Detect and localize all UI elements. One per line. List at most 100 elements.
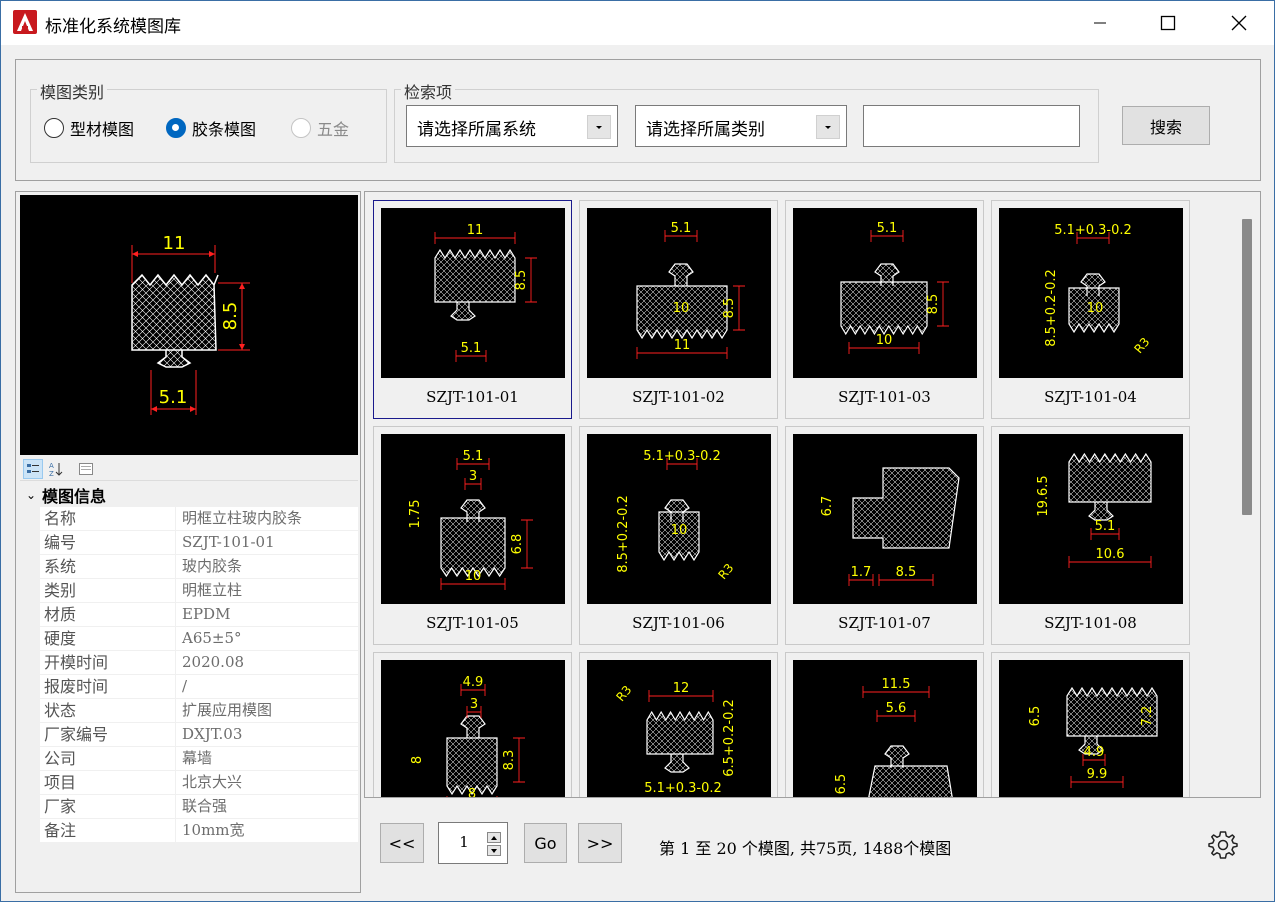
profile-thumbnail[interactable]: 5.1 10 8.5 11	[587, 208, 771, 378]
maximize-button[interactable]	[1137, 1, 1199, 45]
property-value[interactable]: 10mm宽	[176, 819, 358, 842]
dropdown-arrow-icon[interactable]	[816, 115, 840, 139]
property-value[interactable]: 明框立柱玻内胶条	[176, 507, 358, 530]
radio-label: 型材模图	[70, 120, 135, 139]
property-row[interactable]: 项目 北京大兴	[20, 771, 358, 795]
radio-circle-disabled[interactable]	[291, 118, 311, 138]
profile-thumbnail[interactable]: 5.1 3 1.75 6.8 10	[381, 434, 565, 604]
category-select[interactable]: 请选择所属类别	[635, 105, 847, 147]
row-gutter	[20, 699, 40, 722]
property-row[interactable]: 材质 EPDM	[20, 603, 358, 627]
go-button[interactable]: Go	[524, 823, 567, 863]
vertical-scrollbar[interactable]	[1233, 192, 1259, 797]
spin-up-icon[interactable]	[487, 832, 501, 843]
scrollbar-thumb[interactable]	[1242, 219, 1252, 515]
profile-thumbnail[interactable]: 5.1+0.3-0.2 8.5+0.2-0.2 10 R3	[587, 434, 771, 604]
svg-text:6.8: 6.8	[510, 534, 525, 555]
svg-text:5.1: 5.1	[1095, 519, 1116, 534]
profile-thumbnail[interactable]: 6.5 7.2 4.9 9.9	[999, 660, 1183, 797]
profile-thumbnail[interactable]: R3 12 6.5+0.2-0.2 5.1+0.3-0.2	[587, 660, 771, 797]
radio-profile[interactable]: 型材模图	[44, 116, 134, 140]
property-name: 项目	[40, 771, 176, 794]
property-value[interactable]: /	[176, 675, 358, 698]
profile-tile[interactable]: 11 8.5 5.1 SZJT-101-01	[373, 200, 572, 419]
radio-circle[interactable]	[44, 118, 64, 138]
profile-tile[interactable]: 5.1+0.3-0.2 8.5+0.2-0.2 10 R3 SZJT-101-06	[579, 426, 778, 645]
property-name: 厂家	[40, 795, 176, 818]
prev-page-button[interactable]: <<	[380, 823, 424, 863]
profile-tile[interactable]: 4.9 3 8 8.3 8	[373, 652, 572, 797]
radio-label: 五金	[317, 120, 350, 139]
row-gutter	[20, 747, 40, 770]
radio-circle-checked[interactable]	[166, 118, 186, 138]
preview-dim-top: 11	[163, 233, 186, 254]
radio-gasket[interactable]: 胶条模图	[166, 116, 256, 140]
search-button[interactable]: 搜索	[1122, 106, 1210, 145]
profile-code: SZJT-101-01	[426, 388, 519, 406]
property-row[interactable]: 编号 SZJT-101-01	[20, 531, 358, 555]
profile-thumbnail[interactable]: 4.9 3 8 8.3 8	[381, 660, 565, 797]
profile-thumbnail[interactable]: 11 8.5 5.1	[381, 208, 565, 378]
property-value[interactable]: 明框立柱	[176, 579, 358, 602]
property-row[interactable]: 厂家编号 DXJT.03	[20, 723, 358, 747]
property-row[interactable]: 厂家 联合强	[20, 795, 358, 819]
property-value[interactable]: 北京大兴	[176, 771, 358, 794]
thumbnail-gallery: 11 8.5 5.1 SZJT-101-01 5.1 10 8.5 11 SZJT-101-02…	[364, 191, 1261, 798]
property-value[interactable]: 2020.08	[176, 651, 358, 674]
profile-thumbnail[interactable]: 6.7 1.7 8.5	[793, 434, 977, 604]
property-row[interactable]: 开模时间 2020.08	[20, 651, 358, 675]
svg-text:10.6: 10.6	[1096, 547, 1125, 562]
profile-tile[interactable]: 6.7 1.7 8.5 SZJT-101-07	[785, 426, 984, 645]
property-value[interactable]: 玻内胶条	[176, 555, 358, 578]
property-row[interactable]: 备注 10mm宽	[20, 819, 358, 843]
alphabetical-sort-icon[interactable]: AZ	[46, 459, 66, 479]
next-page-button[interactable]: >>	[578, 823, 622, 863]
property-name: 材质	[40, 603, 176, 626]
profile-tile[interactable]: 6.5 7.2 4.9 9.9	[991, 652, 1190, 797]
profile-tile[interactable]: 5.1 8.5 10 SZJT-101-03	[785, 200, 984, 419]
property-row[interactable]: 状态 扩展应用模图	[20, 699, 358, 723]
property-row[interactable]: 类别 明框立柱	[20, 579, 358, 603]
property-value[interactable]: 联合强	[176, 795, 358, 818]
property-row[interactable]: 报废时间 /	[20, 675, 358, 699]
property-row[interactable]: 硬度 A65±5°	[20, 627, 358, 651]
system-select[interactable]: 请选择所属系统	[406, 105, 618, 147]
property-value[interactable]: 幕墙	[176, 747, 358, 770]
property-row[interactable]: 系统 玻内胶条	[20, 555, 358, 579]
profile-tile[interactable]: 5.1 10 8.5 11 SZJT-101-02	[579, 200, 778, 419]
profile-tile[interactable]: R3 12 6.5+0.2-0.2 5.1+0.3-0.2	[579, 652, 778, 797]
property-value[interactable]: A65±5°	[176, 627, 358, 650]
property-value[interactable]: 扩展应用模图	[176, 699, 358, 722]
profile-tile[interactable]: 11.5 5.6 6.5	[785, 652, 984, 797]
profile-tile[interactable]: 5.1 3 1.75 6.8 10 SZJT-101-05	[373, 426, 572, 645]
property-value[interactable]: SZJT-101-01	[176, 531, 358, 554]
close-button[interactable]	[1208, 1, 1270, 45]
categorized-view-icon[interactable]	[23, 459, 43, 479]
profile-thumbnail[interactable]: 19.6.5 5.1 10.6	[999, 434, 1183, 604]
property-grid: ⌄ 模图信息 名称 明框立柱玻内胶条 编号 SZJT-101-01 系统 玻内胶条 类别 明框…	[20, 483, 358, 843]
svg-text:5.1: 5.1	[461, 341, 482, 356]
keyword-input[interactable]	[863, 105, 1080, 147]
profile-code: SZJT-101-05	[426, 614, 519, 632]
gear-icon[interactable]	[1207, 829, 1239, 861]
spin-down-icon[interactable]	[487, 845, 501, 856]
window-title: 标准化系统模图库	[45, 17, 181, 37]
profile-tile[interactable]: 19.6.5 5.1 10.6 SZJT-101-08	[991, 426, 1190, 645]
chevron-down-icon[interactable]: ⌄	[20, 488, 42, 502]
profile-thumbnail[interactable]: 5.1+0.3-0.2 8.5+0.2-0.2 10 R3	[999, 208, 1183, 378]
profile-code: SZJT-101-03	[838, 388, 931, 406]
profile-thumbnail[interactable]: 11.5 5.6 6.5	[793, 660, 977, 797]
radio-hardware[interactable]: 五金	[291, 116, 349, 140]
property-row[interactable]: 名称 明框立柱玻内胶条	[20, 507, 358, 531]
property-category[interactable]: ⌄ 模图信息	[20, 483, 358, 507]
property-value[interactable]: EPDM	[176, 603, 358, 626]
property-value[interactable]: DXJT.03	[176, 723, 358, 746]
property-pages-icon[interactable]	[76, 459, 96, 479]
property-row[interactable]: 公司 幕墙	[20, 747, 358, 771]
page-number-input[interactable]: 1	[438, 822, 508, 864]
profile-tile[interactable]: 5.1+0.3-0.2 8.5+0.2-0.2 10 R3 SZJT-101-04	[991, 200, 1190, 419]
minimize-button[interactable]	[1069, 1, 1131, 45]
profile-thumbnail[interactable]: 5.1 8.5 10	[793, 208, 977, 378]
property-toolbar: AZ	[20, 457, 358, 481]
dropdown-arrow-icon[interactable]	[587, 115, 611, 139]
